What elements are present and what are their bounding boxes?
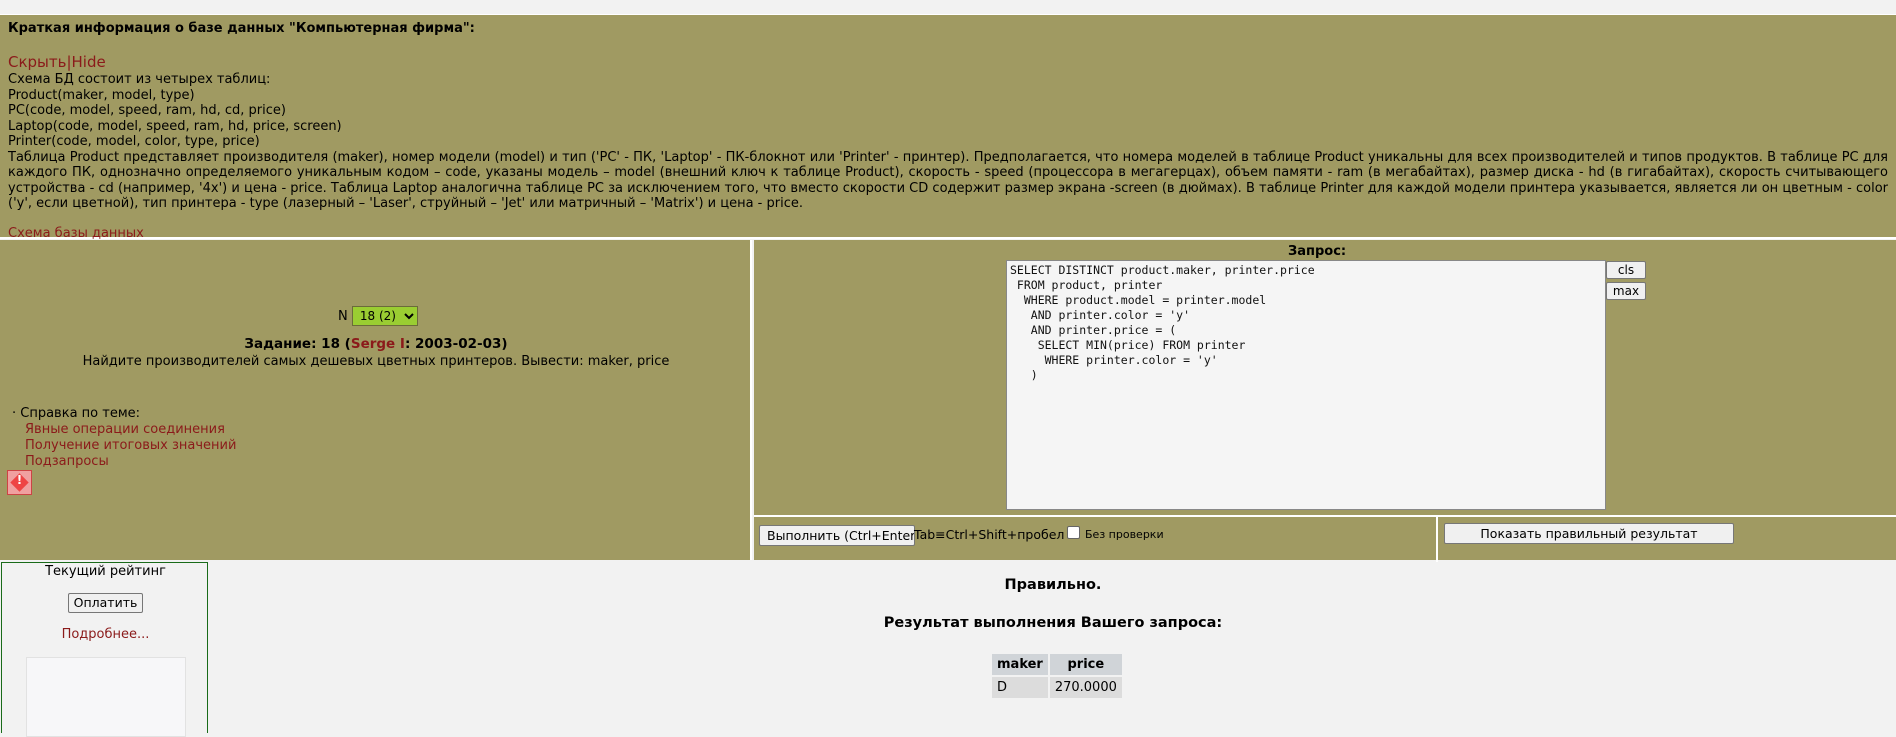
schema-line: PC(code, model, speed, ram, hd, cd, pric… — [8, 103, 286, 118]
no-check-label: Без проверки — [1085, 528, 1164, 541]
task-number-label: N — [338, 309, 348, 324]
tab-hint: Tab≡Ctrl+Shift+пробел — [914, 527, 1065, 542]
result-title: Результат выполнения Вашего запроса: — [883, 615, 1223, 631]
help-link-subqueries[interactable]: Подзапросы — [25, 454, 236, 470]
pay-button[interactable]: Оплатить — [68, 593, 143, 613]
task-heading-prefix: Задание: 18 ( — [244, 336, 351, 352]
column-header: price — [1049, 654, 1122, 675]
task-panel: N 18 (2) Задание: 18 (Serge I: 2003-02-0… — [0, 240, 752, 560]
schema-line: Product(maker, model, type) — [8, 87, 195, 103]
result-status: Правильно. — [1004, 577, 1102, 593]
schema-line: Laptop(code, model, speed, ram, hd, pric… — [8, 118, 342, 134]
table-row: D 270.0000 — [992, 677, 1122, 698]
help-link-joins[interactable]: Явные операции соединения — [25, 422, 236, 438]
task-text: Найдите производителей самых дешевых цве… — [82, 354, 670, 369]
schema-diagram-link[interactable]: Схема базы данных — [8, 226, 1888, 242]
table-cell: 270.0000 — [1049, 677, 1122, 698]
table-cell: D — [992, 677, 1048, 698]
query-label: Запрос: — [1288, 244, 1347, 259]
result-table: maker price D 270.0000 — [990, 652, 1124, 700]
column-header: maker — [992, 654, 1048, 675]
show-correct-result-button[interactable]: Показать правильный результат — [1444, 523, 1734, 544]
help-link-aggregates[interactable]: Получение итоговых значений — [25, 438, 236, 454]
db-info-panel: Краткая информация о базе данных "Компью… — [0, 14, 1896, 242]
sql-query-textarea[interactable]: SELECT DISTINCT product.maker, printer.p… — [1006, 260, 1606, 510]
table-header-row: maker price — [992, 654, 1122, 675]
action-bar: Выполнить (Ctrl+Enter) Tab≡Ctrl+Shift+пр… — [754, 515, 1896, 562]
schema-line: Printer(code, model, color, type, price) — [8, 134, 260, 149]
hide-toggle-link[interactable]: Скрыть|Hide — [8, 54, 1888, 71]
task-selector-row: N 18 (2) — [338, 306, 418, 326]
db-description: Таблица Product представляет производите… — [8, 149, 1888, 212]
warning-icon[interactable]: ! — [7, 470, 32, 495]
maximize-button[interactable]: max — [1606, 282, 1646, 300]
help-label: · Справка по теме: — [12, 406, 141, 421]
task-number-select[interactable]: 18 (2) — [351, 306, 418, 326]
schema-line: Схема БД состоит из четырех таблиц: — [8, 72, 271, 87]
task-heading-suffix: : 2003-02-03) — [404, 336, 508, 352]
rating-box: Текущий рейтинг Оплатить Подробнее... — [1, 562, 209, 737]
rating-frame — [26, 657, 186, 737]
query-panel: Запрос: SELECT DISTINCT product.maker, p… — [754, 240, 1896, 515]
execute-button[interactable]: Выполнить (Ctrl+Enter) — [759, 525, 915, 546]
task-heading: Задание: 18 (Serge I: 2003-02-03) — [0, 336, 752, 352]
help-section: · Справка по теме: Явные операции соедин… — [12, 406, 236, 470]
result-area: Правильно. Результат выполнения Вашего з… — [210, 562, 1896, 733]
rating-heading: Текущий рейтинг — [45, 564, 166, 579]
task-author: Serge I — [350, 336, 405, 352]
more-info-link[interactable]: Подробнее... — [2, 627, 209, 642]
action-divider — [1436, 517, 1438, 562]
db-info-title: Краткая информация о базе данных "Компью… — [8, 21, 475, 36]
no-check-checkbox[interactable] — [1067, 526, 1080, 539]
clear-button[interactable]: cls — [1606, 261, 1646, 279]
